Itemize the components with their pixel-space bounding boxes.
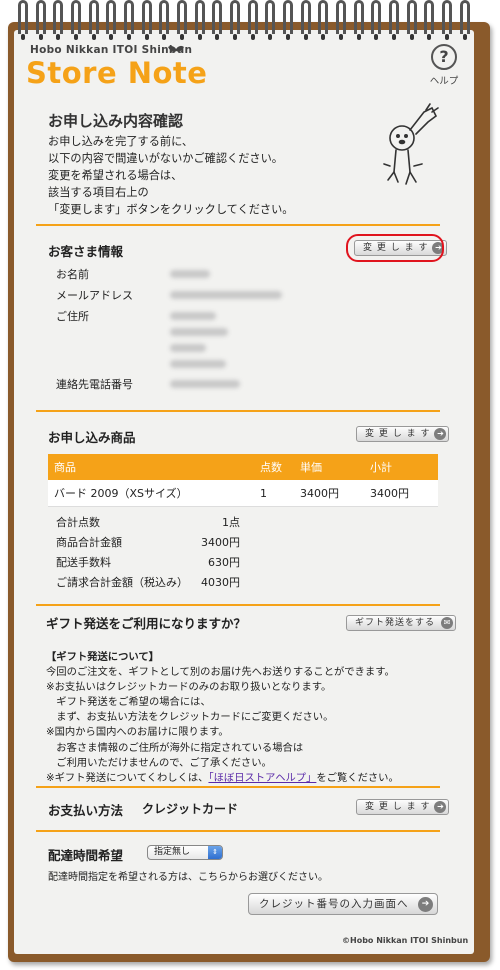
arrow-right-icon: ➔	[434, 801, 447, 813]
chevron-updown-icon: ⇕	[208, 846, 222, 859]
phone-label: 連絡先電話番号	[56, 378, 133, 391]
gift-info-line: ※国内から国内へのお届けに限ります。	[46, 726, 229, 739]
customer-section-title: お客さま情報	[48, 244, 124, 259]
gift-info-line: 今回のご注文を、ギフトとして別のお届け先へお送りすることができます。	[46, 666, 395, 679]
column-header: 点数	[254, 454, 294, 480]
delivery-time-select[interactable]: 指定無し ⇕	[147, 845, 223, 860]
intro-instructions: お申し込みを完了する前に、 以下の内容で間違いがないかご確認ください。 変更を希…	[48, 135, 294, 216]
gift-info-heading: 【ギフト発送について】	[46, 651, 159, 663]
store-help-link[interactable]: 「ほぼ日ストアヘルプ」	[208, 772, 316, 784]
total-label: ご請求合計金額（税込み）	[56, 576, 188, 589]
spiral-binding	[14, 0, 474, 40]
item-qty: 1	[254, 480, 294, 507]
section-divider	[36, 224, 440, 226]
copyright: ©Hobo Nikkan ITOI Shinbun	[342, 936, 469, 945]
gift-info-line: ギフト発送をご希望の場合には、	[46, 696, 211, 709]
total-value: 4030円	[201, 576, 240, 589]
item-name: バード 2009（XSサイズ）	[48, 480, 254, 507]
order-totals: 合計点数 1点 商品合計金額 3400円 配送手数料 630円 ご請求合計金額（税込み…	[56, 513, 240, 593]
order-change-label: 変 更 し ま す	[365, 429, 431, 439]
section-divider	[36, 786, 440, 788]
address-value-redacted	[170, 360, 226, 368]
column-header: 単価	[294, 454, 364, 480]
order-items-table: 商品 点数 単価 小計 バード 2009（XSサイズ） 1 3400円 3400…	[48, 454, 438, 507]
total-label: 商品合計金額	[56, 536, 122, 549]
highlight-circle	[346, 234, 444, 262]
address-label: ご住所	[56, 310, 89, 323]
payment-change-button[interactable]: 変 更 し ま す ➔	[356, 799, 450, 815]
proceed-to-card-button[interactable]: クレジット番号の入力画面へ ➔	[248, 893, 438, 915]
section-divider	[36, 604, 440, 606]
gift-info-line: をご覧ください。	[316, 771, 399, 784]
email-label: メールアドレス	[56, 289, 133, 302]
gift-icon: ✉	[441, 617, 454, 629]
section-divider	[36, 830, 440, 832]
total-row: 配送手数料 630円	[56, 553, 240, 573]
name-label: お名前	[56, 268, 89, 281]
column-header: 商品	[48, 454, 254, 480]
payment-method-value: クレジットカード	[142, 802, 239, 816]
gift-info-line: ※ギフト発送についてくわしくは、	[46, 771, 209, 784]
column-header: 小計	[364, 454, 438, 480]
table-row: バード 2009（XSサイズ） 1 3400円 3400円	[48, 480, 438, 507]
proceed-button-label: クレジット番号の入力画面へ	[259, 898, 409, 910]
delivery-time-selected: 指定無し	[154, 847, 191, 857]
total-row: 商品合計金額 3400円	[56, 533, 240, 553]
store-note-logo[interactable]: Store Note	[26, 56, 207, 90]
gift-info-line: まず、お支払い方法をクレジットカードにご変更ください。	[46, 711, 334, 724]
address-value-redacted	[170, 344, 206, 352]
total-row: 合計点数 1点	[56, 513, 240, 533]
help-label[interactable]: ヘルプ	[424, 73, 464, 87]
arrow-right-icon: ➔	[418, 897, 433, 912]
total-value: 3400円	[201, 536, 240, 549]
order-change-button[interactable]: 変 更 し ま す ➔	[356, 426, 450, 442]
arrow-right-icon: ➔	[434, 428, 447, 440]
total-value: 630円	[208, 556, 240, 569]
item-price: 3400円	[294, 480, 364, 507]
gift-button-label: ギフト発送をする	[355, 618, 436, 628]
gift-info: 【ギフト発送について】 今回のご注文を、ギフトとして別のお届け先へお送りすること…	[46, 650, 399, 786]
page-title: お申し込み内容確認	[48, 112, 184, 130]
order-section-title: お申し込み商品	[48, 430, 136, 445]
gift-section-title: ギフト発送をご利用になりますか？	[46, 616, 247, 631]
address-value-redacted	[170, 312, 216, 320]
delivery-time-note: 配達時間指定を希望される方は、こちらからお選びください。	[48, 872, 328, 883]
question-icon[interactable]: ?	[431, 44, 457, 70]
delivery-time-title: 配達時間希望	[48, 848, 124, 863]
email-value-redacted	[170, 291, 282, 299]
gift-info-line: ご利用いただけませんので、ご了承ください。	[46, 756, 272, 769]
item-subtotal: 3400円	[364, 480, 438, 507]
phone-value-redacted	[170, 380, 240, 388]
payment-section-title: お支払い方法	[48, 803, 124, 818]
total-row: ご請求合計金額（税込み） 4030円	[56, 573, 240, 593]
gift-info-line: お客さま情報のご住所が海外に指定されている場合は	[46, 741, 304, 754]
address-value-redacted	[170, 328, 228, 336]
total-label: 配送手数料	[56, 556, 111, 569]
name-value-redacted	[170, 270, 210, 278]
payment-change-label: 変 更 し ま す	[365, 802, 431, 812]
total-label: 合計点数	[56, 516, 100, 529]
gift-button[interactable]: ギフト発送をする ✉	[346, 615, 457, 631]
dog-doodle-icon	[383, 103, 439, 185]
total-value: 1点	[222, 516, 240, 529]
help-link[interactable]: ? ヘルプ	[424, 44, 464, 87]
gift-info-line: ※お支払いはクレジットカードのみのお取り扱いとなります。	[46, 681, 332, 694]
section-divider	[36, 410, 440, 412]
